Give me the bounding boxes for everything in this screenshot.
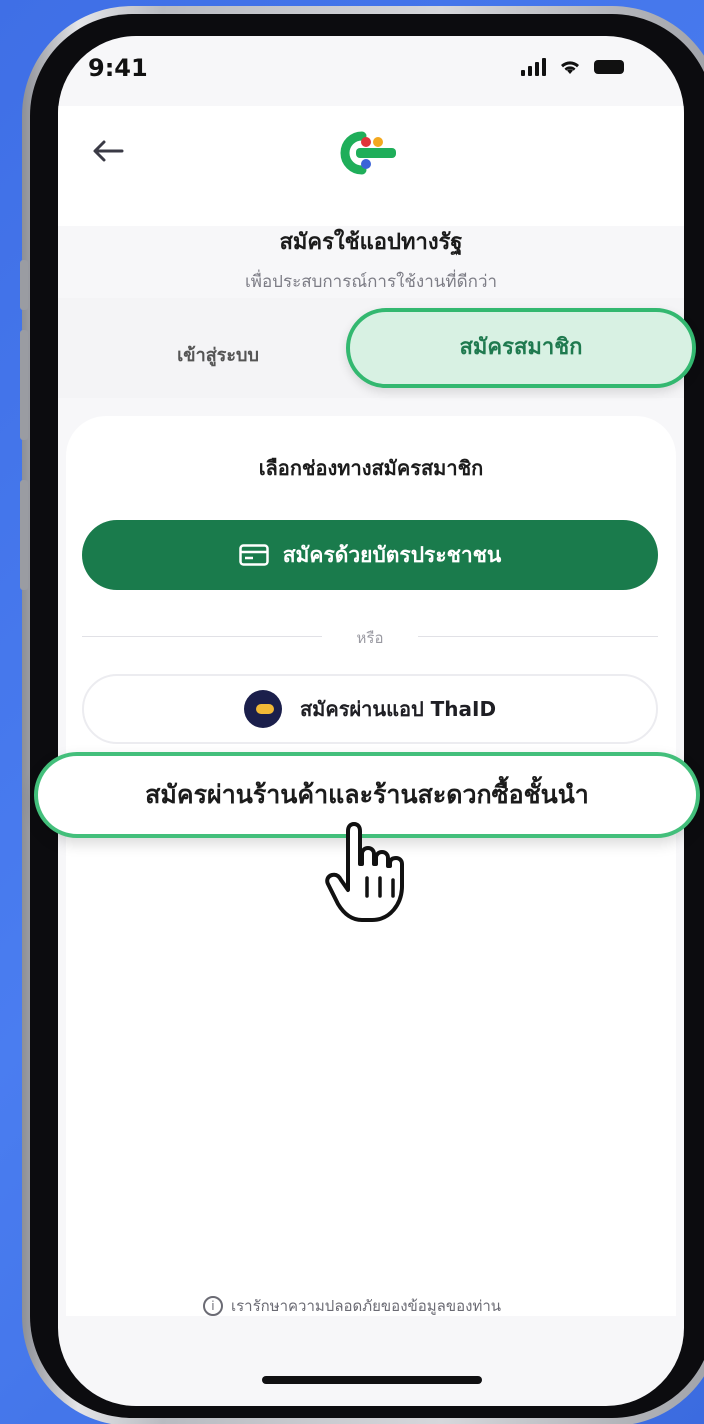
or-label: หรือ [356,629,384,647]
card-title: เลือกช่องทางสมัครสมาชิก [258,456,484,480]
side-button [20,330,28,440]
privacy-note: i เรารักษาความปลอดภัยของข้อมูลของท่าน [0,1294,704,1318]
thaid-register-label: สมัครผ่านแอป ThaID [299,697,497,721]
tab-login[interactable]: เข้าสู่ระบบ [118,340,318,369]
status-time: 9:41 [88,54,148,82]
page-title: สมัครใช้แอปทางรัฐ [279,230,463,255]
top-header [58,106,684,226]
info-icon: i [202,1296,223,1316]
thaid-register-button[interactable]: สมัครผ่านแอป ThaID [82,674,658,744]
home-indicator[interactable] [262,1376,482,1384]
hand-cursor-icon [325,822,404,922]
id-card-icon [238,544,269,566]
thaid-logo-icon [243,690,282,728]
signal-icon [521,58,546,76]
side-button [20,260,28,310]
id-card-register-label: สมัครด้วยบัตรประชาชน [282,542,502,567]
thangrat-logo-icon [340,131,396,175]
wifi-icon [561,61,579,74]
or-divider: หรือ [82,626,658,647]
phone-screen: 9:41 สมัครใช้แอปทางรัฐ เพื่อประสบการณ์กา… [58,36,684,1406]
status-bar: 9:41 [88,54,624,94]
page-subtitle: เพื่อประสบการณ์การใช้งานที่ดีกว่า [244,272,498,292]
id-card-register-button[interactable]: สมัครด้วยบัตรประชาชน [82,520,658,590]
arrow-left-icon[interactable] [88,136,128,166]
battery-icon [594,60,624,74]
side-button [20,480,28,590]
tab-register[interactable]: สมัครสมาชิก [346,308,696,388]
privacy-text: เรารักษาความปลอดภัยของข้อมูลของท่าน [230,1297,502,1315]
status-icons [521,58,624,76]
